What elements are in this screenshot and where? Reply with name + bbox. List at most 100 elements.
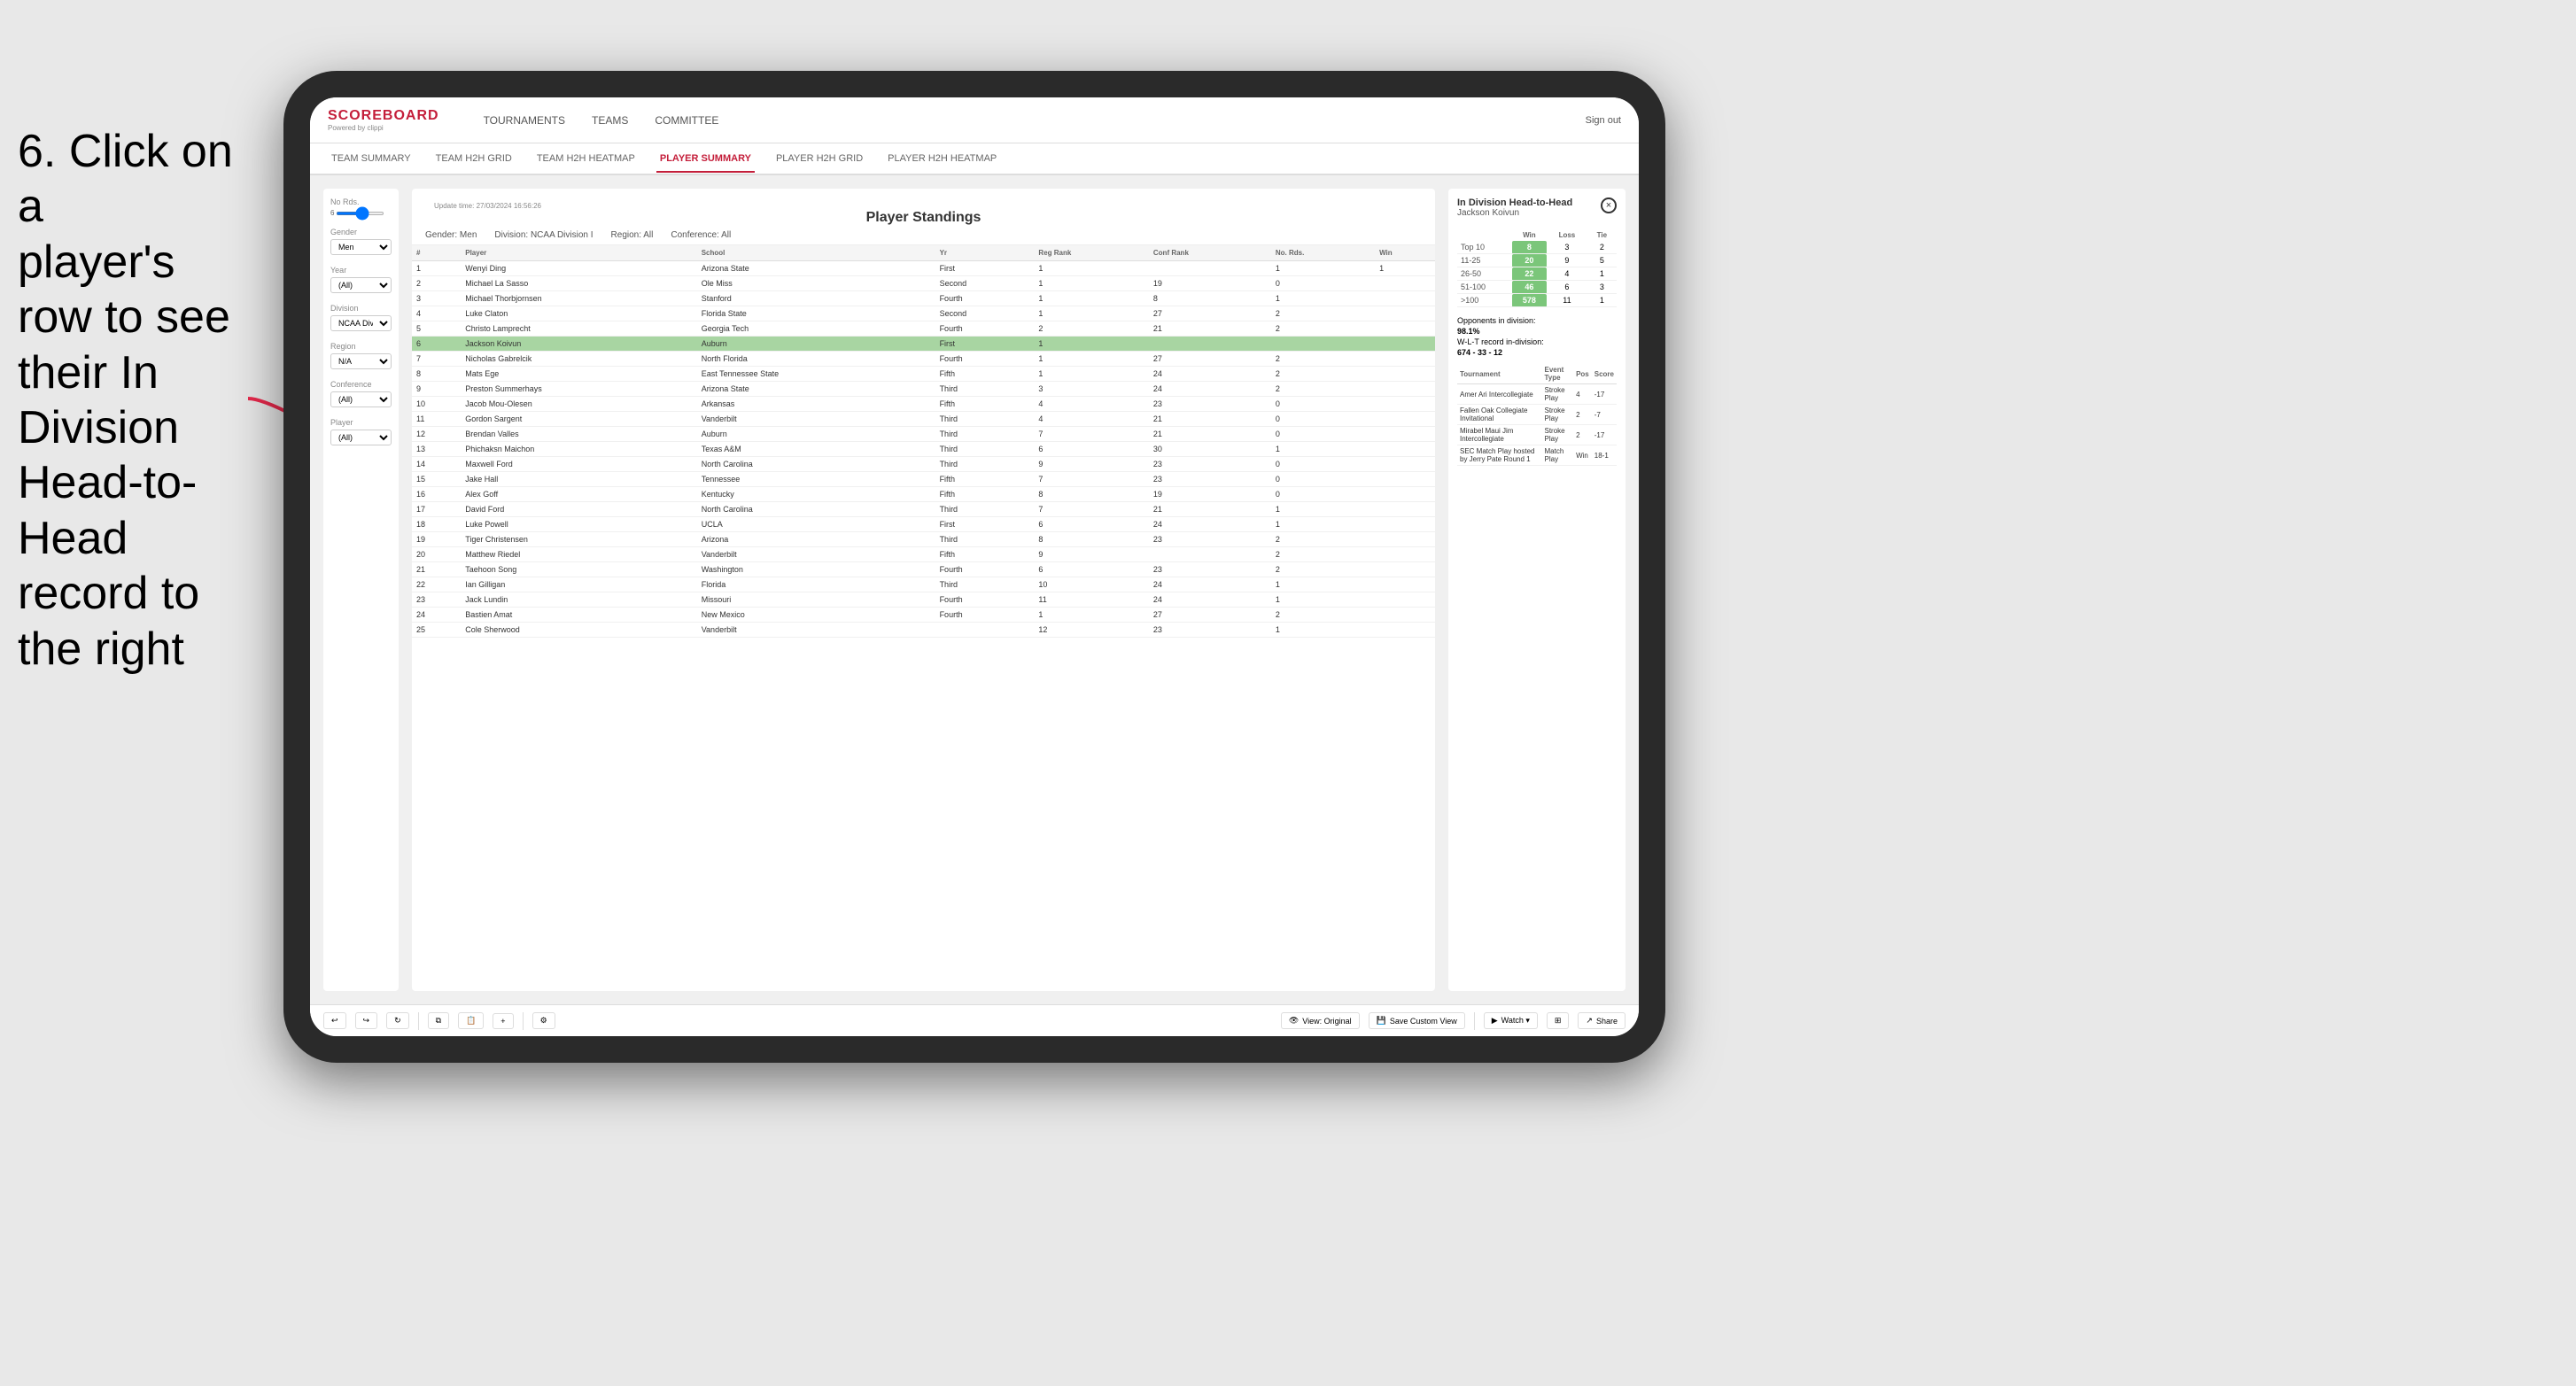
cell-player: Jake Hall xyxy=(461,472,696,487)
view-original-label: View: Original xyxy=(1302,1017,1351,1026)
cell-yr: Fourth xyxy=(935,321,1035,337)
table-row[interactable]: 3 Michael Thorbjornsen Stanford Fourth 1… xyxy=(412,291,1435,306)
division-select[interactable]: NCAA Division I xyxy=(330,315,392,331)
cell-conf: 27 xyxy=(1149,352,1271,367)
cell-player: Ian Gilligan xyxy=(461,577,696,592)
table-row[interactable]: 10 Jacob Mou-Olesen Arkansas Fifth 4 23 … xyxy=(412,397,1435,412)
paste-button[interactable]: 📋 xyxy=(458,1012,484,1029)
col-conf-rank: Conf Rank xyxy=(1149,245,1271,261)
cell-reg: 1 xyxy=(1034,306,1148,321)
cell-rank: 18 xyxy=(412,517,461,532)
nav-committee[interactable]: COMMITTEE xyxy=(655,111,718,130)
table-row[interactable]: 6 Jackson Koivun Auburn First 1 xyxy=(412,337,1435,352)
table-row[interactable]: 18 Luke Powell UCLA First 6 24 1 xyxy=(412,517,1435,532)
table-row[interactable]: 23 Jack Lundin Missouri Fourth 11 24 1 xyxy=(412,592,1435,608)
grid-button[interactable]: ⊞ xyxy=(1547,1012,1570,1029)
redo2-button[interactable]: ↻ xyxy=(386,1012,409,1029)
table-row[interactable]: 21 Taehoon Song Washington Fourth 6 23 2 xyxy=(412,562,1435,577)
view-original-button[interactable]: 👁 View: Original xyxy=(1281,1012,1360,1029)
h2h-win-cell: 46 xyxy=(1512,281,1547,294)
table-row[interactable]: 4 Luke Claton Florida State Second 1 27 … xyxy=(412,306,1435,321)
cell-school: Missouri xyxy=(697,592,935,608)
cell-school: Florida xyxy=(697,577,935,592)
cell-yr: Fifth xyxy=(935,472,1035,487)
conference-select[interactable]: (All) xyxy=(330,391,392,407)
cell-rds: 1 xyxy=(1271,261,1375,276)
copy-button[interactable]: ⧉ xyxy=(428,1012,449,1029)
h2h-grid-body: Top 10 8 3 2 11-25 20 9 5 26-50 22 4 1 5… xyxy=(1457,241,1617,307)
table-row[interactable]: 16 Alex Goff Kentucky Fifth 8 19 0 xyxy=(412,487,1435,502)
wlt-value: 674 - 33 - 12 xyxy=(1457,348,1502,357)
cell-reg: 12 xyxy=(1034,623,1148,638)
table-row[interactable]: 11 Gordon Sargent Vanderbilt Third 4 21 … xyxy=(412,412,1435,427)
cell-player: Mats Ege xyxy=(461,367,696,382)
subnav-team-h2h-grid[interactable]: TEAM H2H GRID xyxy=(432,146,516,173)
table-row[interactable]: 20 Matthew Riedel Vanderbilt Fifth 9 2 xyxy=(412,547,1435,562)
redo-button[interactable]: ↪ xyxy=(355,1012,378,1029)
cell-school: UCLA xyxy=(697,517,935,532)
cell-reg: 6 xyxy=(1034,562,1148,577)
gender-label: Gender xyxy=(330,228,392,236)
table-row[interactable]: 1 Wenyi Ding Arizona State First 1 1 1 xyxy=(412,261,1435,276)
year-filter: Year (All) xyxy=(330,266,392,293)
tourn-type: Match Play xyxy=(1542,445,1574,466)
cell-conf xyxy=(1149,261,1271,276)
cell-yr: Second xyxy=(935,276,1035,291)
tourn-type: Stroke Play xyxy=(1542,384,1574,405)
year-select[interactable]: (All) xyxy=(330,277,392,293)
table-row[interactable]: 25 Cole Sherwood Vanderbilt 12 23 1 xyxy=(412,623,1435,638)
table-row[interactable]: 2 Michael La Sasso Ole Miss Second 1 19 … xyxy=(412,276,1435,291)
cell-conf: 23 xyxy=(1149,623,1271,638)
table-row[interactable]: 5 Christo Lamprecht Georgia Tech Fourth … xyxy=(412,321,1435,337)
nav-teams[interactable]: TEAMS xyxy=(592,111,628,130)
standings-panel: Update time: 27/03/2024 16:56:26 Player … xyxy=(412,189,1435,991)
cell-win xyxy=(1375,337,1435,352)
table-row[interactable]: 22 Ian Gilligan Florida Third 10 24 1 xyxy=(412,577,1435,592)
h2h-col-tie: Tie xyxy=(1587,229,1617,241)
cell-yr: Third xyxy=(935,532,1035,547)
settings-button[interactable]: ⚙ xyxy=(532,1012,555,1029)
h2h-close-button[interactable]: × xyxy=(1601,197,1617,213)
rounds-slider[interactable]: 6 xyxy=(330,209,392,217)
player-select[interactable]: (All) xyxy=(330,430,392,445)
subnav-player-h2h-heatmap[interactable]: PLAYER H2H HEATMAP xyxy=(884,146,1000,173)
subnav-team-h2h-heatmap[interactable]: TEAM H2H HEATMAP xyxy=(533,146,639,173)
table-row[interactable]: 7 Nicholas Gabrelcik North Florida Fourt… xyxy=(412,352,1435,367)
sign-out-link[interactable]: Sign out xyxy=(1586,115,1621,126)
region-select[interactable]: N/A xyxy=(330,353,392,369)
table-row[interactable]: 15 Jake Hall Tennessee Fifth 7 23 0 xyxy=(412,472,1435,487)
cell-conf: 24 xyxy=(1149,382,1271,397)
cell-rank: 5 xyxy=(412,321,461,337)
nav-tournaments[interactable]: TOURNAMENTS xyxy=(484,111,565,130)
undo-button[interactable]: ↩ xyxy=(323,1012,346,1029)
table-row[interactable]: 9 Preston Summerhays Arizona State Third… xyxy=(412,382,1435,397)
cell-player: Bastien Amat xyxy=(461,608,696,623)
cell-rank: 2 xyxy=(412,276,461,291)
share-button[interactable]: ↗ Share xyxy=(1578,1012,1626,1029)
division-meta: Division: NCAA Division I xyxy=(494,230,593,240)
table-row[interactable]: 13 Phichaksn Maichon Texas A&M Third 6 3… xyxy=(412,442,1435,457)
cell-win xyxy=(1375,517,1435,532)
h2h-loss-cell: 9 xyxy=(1547,254,1587,267)
table-row[interactable]: 17 David Ford North Carolina Third 7 21 … xyxy=(412,502,1435,517)
subnav-player-h2h-grid[interactable]: PLAYER H2H GRID xyxy=(772,146,866,173)
gender-select[interactable]: Men xyxy=(330,239,392,255)
subnav-team-summary[interactable]: TEAM SUMMARY xyxy=(328,146,415,173)
cell-rds: 2 xyxy=(1271,547,1375,562)
save-custom-button[interactable]: 💾 Save Custom View xyxy=(1369,1012,1465,1029)
cell-school: Stanford xyxy=(697,291,935,306)
subnav-player-summary[interactable]: PLAYER SUMMARY xyxy=(656,146,755,173)
cell-rds: 2 xyxy=(1271,321,1375,337)
cell-reg: 4 xyxy=(1034,397,1148,412)
table-row[interactable]: 8 Mats Ege East Tennessee State Fifth 1 … xyxy=(412,367,1435,382)
rounds-range-input[interactable] xyxy=(336,212,384,215)
table-row[interactable]: 14 Maxwell Ford North Carolina Third 9 2… xyxy=(412,457,1435,472)
add-button[interactable]: + xyxy=(493,1013,513,1029)
table-row[interactable]: 12 Brendan Valles Auburn Third 7 21 0 xyxy=(412,427,1435,442)
cell-rank: 12 xyxy=(412,427,461,442)
watch-button[interactable]: ▶ Watch ▾ xyxy=(1484,1012,1538,1029)
table-row[interactable]: 24 Bastien Amat New Mexico Fourth 1 27 2 xyxy=(412,608,1435,623)
cell-yr: Third xyxy=(935,457,1035,472)
cell-win xyxy=(1375,623,1435,638)
table-row[interactable]: 19 Tiger Christensen Arizona Third 8 23 … xyxy=(412,532,1435,547)
